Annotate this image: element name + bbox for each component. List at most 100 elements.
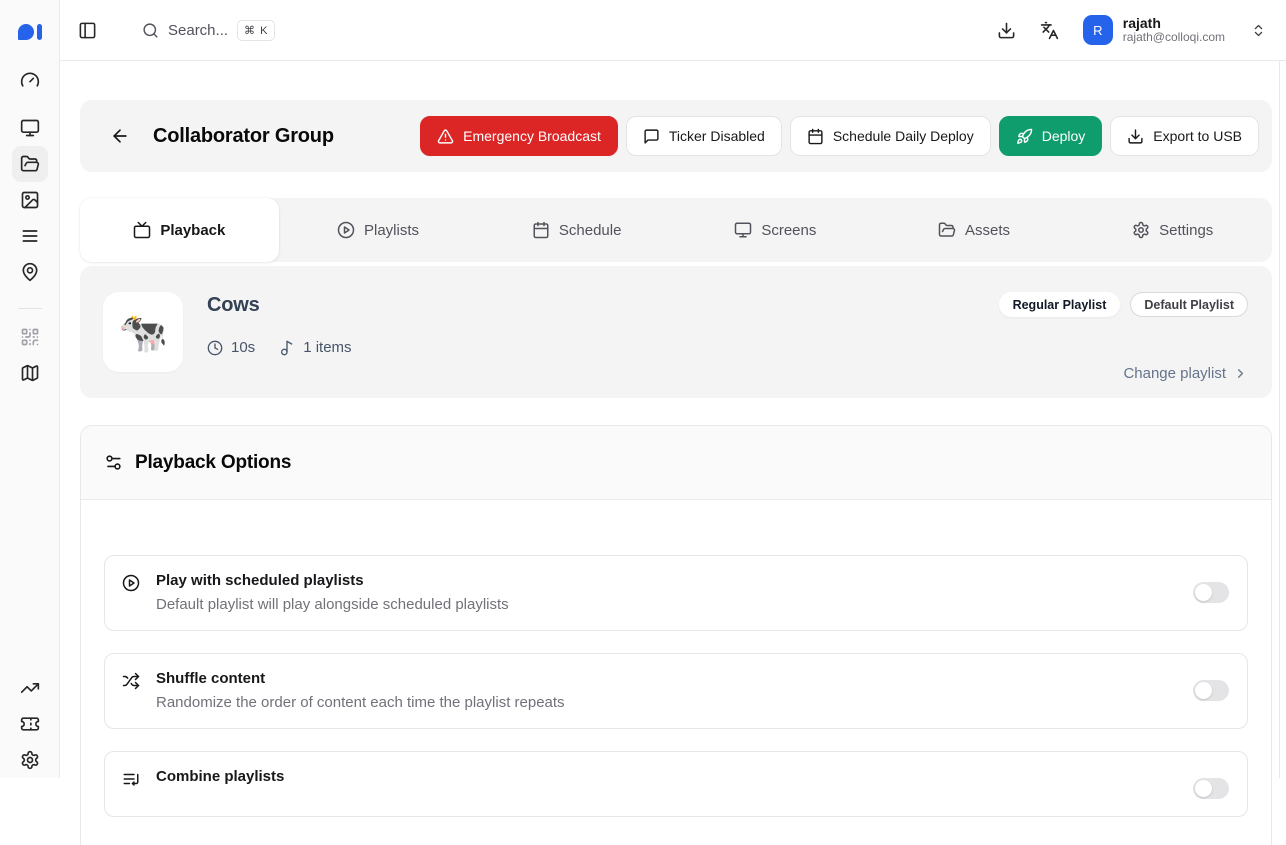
sidebar-item-groups[interactable] [12, 146, 48, 182]
tab-playback[interactable]: Playback [80, 198, 279, 262]
user-name: rajath [1123, 15, 1225, 31]
calendar-icon [532, 221, 550, 239]
message-square-icon [643, 128, 660, 145]
sidebar-item-assets[interactable] [12, 182, 48, 218]
export-to-usb-button[interactable]: Export to USB [1110, 116, 1259, 156]
search-input[interactable]: Search... ⌘ K [142, 20, 275, 41]
option-label: Shuffle content [156, 670, 565, 687]
tab-label: Playlists [364, 222, 419, 239]
logo-bar-shape [37, 24, 42, 40]
chevron-right-icon [1233, 366, 1248, 381]
main-content: Collaborator Group Emergency Broadcast T… [60, 61, 1286, 778]
search-shortcut-badge: ⌘ K [237, 20, 275, 41]
tab-label: Schedule [559, 222, 622, 239]
avatar: R [1083, 15, 1113, 45]
toggle-play-with-scheduled[interactable] [1193, 582, 1229, 603]
option-play-with-scheduled: Play with scheduled playlists Default pl… [104, 555, 1248, 631]
button-label: Deploy [1042, 128, 1086, 144]
search-placeholder: Search... [168, 22, 228, 39]
sidebar-item-screens[interactable] [12, 110, 48, 146]
sidebar [0, 0, 60, 778]
app-logo[interactable] [18, 20, 42, 40]
folder-open-icon [938, 221, 956, 239]
ticker-disabled-button[interactable]: Ticker Disabled [626, 116, 782, 156]
option-label: Combine playlists [156, 768, 284, 785]
calendar-icon [807, 128, 824, 145]
option-description: Randomize the order of content each time… [156, 694, 565, 711]
page-title: Collaborator Group [153, 125, 334, 148]
toggle-combine-playlists[interactable] [1193, 778, 1229, 799]
arrow-left-icon [110, 126, 130, 146]
change-playlist-label: Change playlist [1123, 365, 1226, 382]
toggle-knob [1195, 780, 1212, 797]
chevrons-up-down-icon [1251, 23, 1266, 38]
tab-label: Playback [160, 222, 225, 239]
option-combine-playlists: Combine playlists [104, 751, 1248, 817]
tab-schedule[interactable]: Schedule [477, 198, 676, 262]
search-icon [142, 22, 159, 39]
image-icon [20, 190, 40, 210]
gear-icon [1132, 221, 1150, 239]
button-label: Ticker Disabled [669, 128, 765, 144]
sidebar-divider [18, 308, 42, 309]
monitor-icon [734, 221, 752, 239]
panel-left-icon [78, 21, 97, 40]
playlist-item-count: 1 items [303, 339, 351, 356]
badge-default-playlist: Default Playlist [1130, 292, 1248, 317]
rocket-icon [1016, 128, 1033, 145]
button-label: Schedule Daily Deploy [833, 128, 974, 144]
schedule-daily-deploy-button[interactable]: Schedule Daily Deploy [790, 116, 991, 156]
scrollbar[interactable] [1279, 61, 1286, 778]
sidebar-item-map[interactable] [12, 355, 48, 391]
button-label: Export to USB [1153, 128, 1242, 144]
sidebar-item-dashboard[interactable] [12, 62, 48, 98]
language-button[interactable] [1040, 21, 1059, 40]
back-button[interactable] [110, 126, 130, 146]
list-end-icon [122, 770, 140, 788]
emergency-broadcast-button[interactable]: Emergency Broadcast [420, 116, 618, 156]
tab-assets[interactable]: Assets [875, 198, 1074, 262]
monitor-icon [20, 118, 40, 138]
playlist-duration: 10s [231, 339, 255, 356]
map-icon [20, 363, 40, 383]
sidebar-item-pairing[interactable] [12, 319, 48, 355]
download-icon [997, 21, 1016, 40]
shuffle-icon [122, 672, 140, 690]
sidebar-item-analytics[interactable] [20, 678, 40, 698]
menu-lines-icon [20, 226, 40, 246]
tv-icon [133, 221, 151, 239]
page-header: Collaborator Group Emergency Broadcast T… [80, 100, 1272, 172]
playback-options-header: Playback Options [81, 426, 1271, 500]
qr-code-icon [20, 327, 40, 347]
tab-settings[interactable]: Settings [1073, 198, 1272, 262]
alert-triangle-icon [437, 128, 454, 145]
map-pin-icon [20, 262, 40, 282]
tab-playlists[interactable]: Playlists [279, 198, 478, 262]
tab-bar: Playback Playlists Schedule Screens Asse… [80, 198, 1272, 262]
toggle-shuffle-content[interactable] [1193, 680, 1229, 701]
gear-icon [20, 750, 40, 770]
change-playlist-link[interactable]: Change playlist [1123, 365, 1248, 382]
sidebar-item-playlists[interactable] [12, 218, 48, 254]
toggle-knob [1195, 682, 1212, 699]
sidebar-item-settings[interactable] [20, 750, 40, 770]
download-icon [1127, 128, 1144, 145]
user-menu[interactable]: R rajath rajath@colloqi.com [1083, 15, 1266, 45]
sidebar-item-locations[interactable] [12, 254, 48, 290]
play-circle-icon [122, 574, 140, 592]
folder-open-icon [20, 154, 40, 174]
tab-screens[interactable]: Screens [676, 198, 875, 262]
sidebar-item-tickets[interactable] [20, 714, 40, 734]
tab-label: Assets [965, 222, 1010, 239]
button-label: Emergency Broadcast [463, 128, 601, 144]
download-button[interactable] [997, 21, 1016, 40]
option-shuffle-content: Shuffle content Randomize the order of c… [104, 653, 1248, 729]
toggle-knob [1195, 584, 1212, 601]
current-playlist-card: 🐄 Cows 10s 1 items Regular Playlist [80, 266, 1272, 398]
sidebar-toggle-button[interactable] [78, 21, 97, 40]
languages-icon [1040, 21, 1059, 40]
music-note-icon [279, 340, 295, 356]
trending-up-icon [20, 678, 40, 698]
deploy-button[interactable]: Deploy [999, 116, 1103, 156]
badge-regular-playlist: Regular Playlist [999, 292, 1121, 317]
